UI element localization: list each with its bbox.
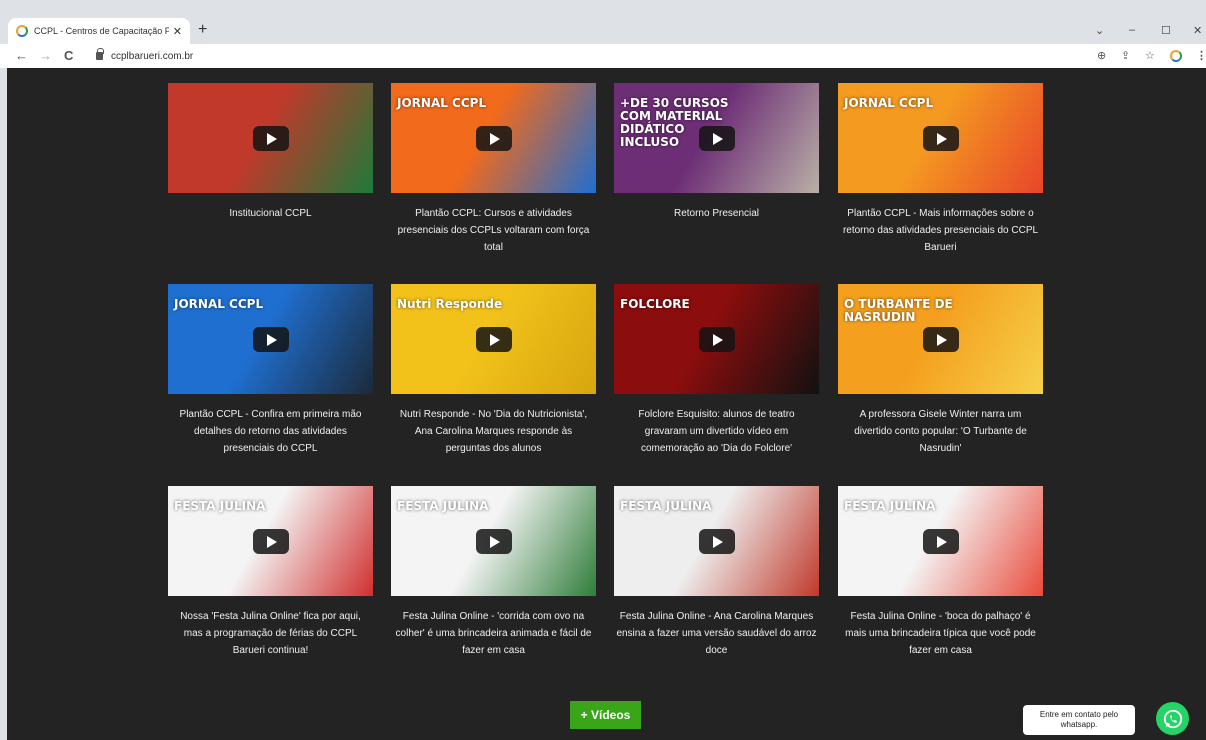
- tab-title: CCPL - Centros de Capacitação P: [34, 26, 169, 36]
- more-videos-button[interactable]: + Vídeos: [570, 701, 641, 729]
- play-icon[interactable]: [923, 126, 959, 151]
- video-thumbnail[interactable]: FESTA JULINA: [391, 486, 596, 596]
- video-caption[interactable]: Retorno Presencial: [614, 205, 819, 222]
- play-icon[interactable]: [253, 126, 289, 151]
- thumbnail-text: JORNAL CCPL: [844, 96, 934, 110]
- back-button[interactable]: ←: [15, 48, 28, 63]
- play-icon[interactable]: [699, 327, 735, 352]
- reload-button[interactable]: C: [64, 48, 73, 63]
- minimize-button[interactable]: –: [1129, 24, 1135, 36]
- video-card[interactable]: Institucional CCPL: [168, 83, 373, 222]
- thumbnail-text: FESTA JULINA: [397, 499, 489, 513]
- thumbnail-text: Nutri Responde: [397, 297, 503, 311]
- video-card[interactable]: FESTA JULINA Nossa 'Festa Julina Online' …: [168, 486, 373, 659]
- play-icon[interactable]: [253, 327, 289, 352]
- video-thumbnail[interactable]: FOLCLORE: [614, 284, 819, 394]
- video-caption[interactable]: Nutri Responde - No 'Dia do Nutricionist…: [391, 406, 596, 457]
- video-card[interactable]: FESTA JULINA Festa Julina Online - 'boca …: [838, 486, 1043, 659]
- video-thumbnail[interactable]: FESTA JULINA: [838, 486, 1043, 596]
- video-card[interactable]: +DE 30 CURSOS COM MATERIAL DIDÁTICO INCL…: [614, 83, 819, 222]
- page-content: Institucional CCPL JORNAL CCPL Plantão CCP…: [7, 68, 1206, 740]
- video-caption[interactable]: Festa Julina Online - 'corrida com ovo n…: [391, 608, 596, 659]
- zoom-icon[interactable]: ⊕: [1097, 49, 1106, 62]
- play-icon[interactable]: [253, 529, 289, 554]
- video-thumbnail[interactable]: [168, 83, 373, 193]
- thumbnail-text: O TURBANTE DE NASRUDIN: [844, 297, 953, 324]
- tab-close-icon[interactable]: ✕: [173, 25, 182, 38]
- close-window-button[interactable]: ✕: [1193, 24, 1202, 37]
- video-card[interactable]: FOLCLORE Folclore Esquisito: alunos de te…: [614, 284, 819, 457]
- video-card[interactable]: JORNAL CCPL Plantão CCPL: Cursos e ativid…: [391, 83, 596, 256]
- extension-icon[interactable]: [1170, 50, 1182, 62]
- video-card[interactable]: O TURBANTE DE NASRUDIN A professora Gisel…: [838, 284, 1043, 457]
- browser-window: CCPL - Centros de Capacitação P ✕ + ⌄ – …: [0, 0, 1206, 740]
- thumbnail-text: FOLCLORE: [620, 297, 690, 311]
- video-thumbnail[interactable]: O TURBANTE DE NASRUDIN: [838, 284, 1043, 394]
- video-thumbnail[interactable]: +DE 30 CURSOS COM MATERIAL DIDÁTICO INCL…: [614, 83, 819, 193]
- video-thumbnail[interactable]: JORNAL CCPL: [391, 83, 596, 193]
- video-thumbnail[interactable]: JORNAL CCPL: [168, 284, 373, 394]
- url-text: ccplbarueri.com.br: [111, 50, 194, 62]
- play-icon[interactable]: [923, 529, 959, 554]
- bookmark-star-icon[interactable]: ☆: [1145, 49, 1155, 62]
- video-card[interactable]: FESTA JULINA Festa Julina Online - Ana Ca…: [614, 486, 819, 659]
- video-caption[interactable]: Nossa 'Festa Julina Online' fica por aqu…: [168, 608, 373, 659]
- share-icon[interactable]: ⇪: [1121, 49, 1130, 62]
- video-card[interactable]: JORNAL CCPL Plantão CCPL - Mais informaçõ…: [838, 83, 1043, 256]
- video-caption[interactable]: Plantão CCPL - Mais informações sobre o …: [838, 205, 1043, 256]
- thumbnail-text: JORNAL CCPL: [397, 96, 487, 110]
- thumbnail-text: JORNAL CCPL: [174, 297, 264, 311]
- video-caption[interactable]: Plantão CCPL - Confira em primeira mão d…: [168, 406, 373, 457]
- video-thumbnail[interactable]: JORNAL CCPL: [838, 83, 1043, 193]
- lock-icon: [96, 48, 104, 60]
- video-caption[interactable]: Plantão CCPL: Cursos e atividades presen…: [391, 205, 596, 256]
- video-caption[interactable]: Institucional CCPL: [168, 205, 373, 222]
- video-caption[interactable]: A professora Gisele Winter narra um dive…: [838, 406, 1043, 457]
- whatsapp-button[interactable]: [1156, 702, 1189, 735]
- play-icon[interactable]: [923, 327, 959, 352]
- video-card[interactable]: Nutri Responde Nutri Responde - No 'Dia d…: [391, 284, 596, 457]
- video-thumbnail[interactable]: Nutri Responde: [391, 284, 596, 394]
- video-card[interactable]: JORNAL CCPL Plantão CCPL - Confira em pri…: [168, 284, 373, 457]
- video-caption[interactable]: Festa Julina Online - 'boca do palhaço' …: [838, 608, 1043, 659]
- tab-strip: CCPL - Centros de Capacitação P ✕ + ⌄ – …: [0, 10, 1206, 44]
- new-tab-button[interactable]: +: [198, 21, 207, 39]
- forward-button[interactable]: →: [39, 48, 52, 63]
- video-card[interactable]: FESTA JULINA Festa Julina Online - 'corri…: [391, 486, 596, 659]
- video-thumbnail[interactable]: FESTA JULINA: [168, 486, 373, 596]
- whatsapp-icon: [1163, 709, 1182, 728]
- address-bar[interactable]: ccplbarueri.com.br: [88, 46, 1088, 66]
- browser-toolbar: ← → C ccplbarueri.com.br ⊕ ⇪ ☆ ⋮: [0, 44, 1206, 68]
- thumbnail-text: FESTA JULINA: [620, 499, 712, 513]
- ccpl-favicon-icon: [16, 25, 28, 37]
- play-icon[interactable]: [476, 327, 512, 352]
- play-icon[interactable]: [476, 126, 512, 151]
- video-caption[interactable]: Folclore Esquisito: alunos de teatro gra…: [614, 406, 819, 457]
- maximize-button[interactable]: ☐: [1161, 24, 1171, 37]
- play-icon[interactable]: [699, 529, 735, 554]
- video-thumbnail[interactable]: FESTA JULINA: [614, 486, 819, 596]
- play-icon[interactable]: [476, 529, 512, 554]
- tab-search-icon[interactable]: ⌄: [1095, 24, 1104, 37]
- video-caption[interactable]: Festa Julina Online - Ana Carolina Marqu…: [614, 608, 819, 659]
- tab-ccpl[interactable]: CCPL - Centros de Capacitação P ✕: [8, 18, 190, 44]
- menu-icon[interactable]: ⋮: [1196, 49, 1206, 62]
- whatsapp-tooltip: Entre em contato pelo whatsapp.: [1023, 705, 1135, 735]
- thumbnail-text: FESTA JULINA: [844, 499, 936, 513]
- play-icon[interactable]: [699, 126, 735, 151]
- thumbnail-text: FESTA JULINA: [174, 499, 266, 513]
